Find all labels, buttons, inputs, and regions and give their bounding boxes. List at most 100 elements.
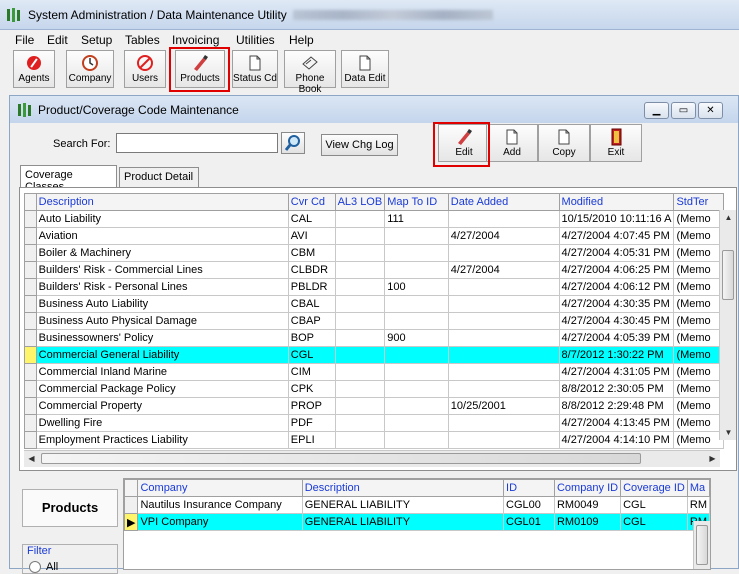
coverage-cell[interactable]: Business Auto Liability: [35, 295, 289, 313]
row-indicator[interactable]: ▶: [124, 513, 139, 531]
row-indicator[interactable]: [24, 346, 37, 364]
coverage-row[interactable]: Aviation AVI 4/27/2004 4/27/2004 4:07:45 PM…: [24, 227, 724, 245]
coverage-cell[interactable]: (Memo: [673, 227, 724, 245]
add-button[interactable]: Add: [486, 124, 538, 162]
coverage-cell[interactable]: [447, 244, 560, 262]
menu-tables[interactable]: Tables: [125, 33, 160, 47]
coverage-vscroll-thumb[interactable]: [722, 250, 734, 300]
scroll-down-icon[interactable]: ▼: [721, 425, 736, 440]
phone-book-button[interactable]: Phone Book: [284, 50, 336, 95]
coverage-cell[interactable]: [334, 414, 386, 432]
menu-utilities[interactable]: Utilities: [236, 33, 275, 47]
view-change-log-button[interactable]: View Chg Log: [321, 134, 398, 156]
coverage-hscroll[interactable]: ◀ ▶: [24, 450, 720, 467]
coverage-column-header[interactable]: Description: [35, 193, 289, 211]
coverage-cell[interactable]: [334, 244, 386, 262]
coverage-cell[interactable]: (Memo: [673, 210, 724, 228]
coverage-cell[interactable]: CIM: [287, 363, 336, 381]
coverage-cell[interactable]: Business Auto Physical Damage: [35, 312, 289, 330]
coverage-cell[interactable]: [384, 363, 449, 381]
coverage-cell[interactable]: [447, 431, 560, 449]
coverage-cell[interactable]: PBLDR: [287, 278, 336, 296]
coverage-row[interactable]: Commercial Property PROP 10/25/2001 8/8/201…: [24, 397, 724, 415]
coverage-cell[interactable]: [447, 380, 560, 398]
row-indicator[interactable]: [24, 414, 37, 432]
coverage-row[interactable]: Dwelling Fire PDF 4/27/2004 4:13:45 PM (Mem…: [24, 414, 724, 432]
coverage-cell[interactable]: [447, 329, 560, 347]
coverage-cell[interactable]: CBAP: [287, 312, 336, 330]
products-cell[interactable]: RM0049: [553, 496, 622, 514]
products-cell[interactable]: GENERAL LIABILITY: [301, 496, 505, 514]
coverage-cell[interactable]: CBM: [287, 244, 336, 262]
coverage-row[interactable]: Commercial Package Policy CPK 8/8/2012 2:3…: [24, 380, 724, 398]
menu-edit[interactable]: Edit: [47, 33, 68, 47]
products-column-header[interactable]: Company ID: [553, 479, 622, 497]
coverage-cell[interactable]: 10/15/2010 10:11:16 A: [558, 210, 675, 228]
exit-button[interactable]: Exit: [590, 124, 642, 162]
products-cell[interactable]: CGL00: [503, 496, 555, 514]
coverage-cell[interactable]: [334, 363, 386, 381]
row-indicator[interactable]: [24, 431, 37, 449]
coverage-cell[interactable]: [334, 295, 386, 313]
coverage-cell[interactable]: [334, 380, 386, 398]
products-cell[interactable]: VPI Company: [137, 513, 303, 531]
products-column-header[interactable]: Coverage ID: [620, 479, 688, 497]
row-indicator[interactable]: [24, 380, 37, 398]
row-indicator[interactable]: [24, 278, 37, 296]
coverage-cell[interactable]: (Memo: [673, 397, 724, 415]
coverage-cell[interactable]: [447, 295, 560, 313]
products-cell[interactable]: RM: [686, 496, 710, 514]
coverage-cell[interactable]: [447, 414, 560, 432]
coverage-cell[interactable]: [384, 312, 449, 330]
coverage-cell[interactable]: [384, 397, 449, 415]
coverage-cell[interactable]: [334, 227, 386, 245]
coverage-cell[interactable]: 4/27/2004 4:30:35 PM: [558, 295, 675, 313]
coverage-cell[interactable]: Auto Liability: [35, 210, 289, 228]
coverage-cell[interactable]: CLBDR: [287, 261, 336, 279]
coverage-cell[interactable]: Commercial Package Policy: [35, 380, 289, 398]
coverage-column-header[interactable]: Map To ID: [384, 193, 449, 211]
coverage-vscroll[interactable]: ▲ ▼: [719, 210, 736, 440]
coverage-row[interactable]: Commercial Inland Marine CIM 4/27/2004 4:3…: [24, 363, 724, 381]
coverage-cell[interactable]: Dwelling Fire: [35, 414, 289, 432]
coverage-row[interactable]: Businessowners' Policy BOP 900 4/27/2004 4:…: [24, 329, 724, 347]
coverage-cell[interactable]: (Memo: [673, 363, 724, 381]
menu-help[interactable]: Help: [289, 33, 314, 47]
coverage-cell[interactable]: PDF: [287, 414, 336, 432]
coverage-cell[interactable]: (Memo: [673, 278, 724, 296]
row-indicator[interactable]: [24, 244, 37, 262]
coverage-cell[interactable]: (Memo: [673, 346, 724, 364]
coverage-cell[interactable]: [447, 210, 560, 228]
copy-button[interactable]: Copy: [538, 124, 590, 162]
coverage-cell[interactable]: [334, 210, 386, 228]
coverage-cell[interactable]: BOP: [287, 329, 336, 347]
tab-coverage-classes[interactable]: Coverage Classes: [20, 165, 117, 193]
coverage-cell[interactable]: Aviation: [35, 227, 289, 245]
coverage-row[interactable]: Employment Practices Liability EPLI 4/27/2…: [24, 431, 724, 449]
coverage-cell[interactable]: 8/8/2012 2:30:05 PM: [558, 380, 675, 398]
coverage-cell[interactable]: [447, 346, 560, 364]
coverage-cell[interactable]: CGL: [287, 346, 336, 364]
products-vscroll[interactable]: [693, 521, 710, 569]
coverage-cell[interactable]: AVI: [287, 227, 336, 245]
row-indicator[interactable]: [24, 312, 37, 330]
coverage-cell[interactable]: 4/27/2004 4:06:12 PM: [558, 278, 675, 296]
products-pane-button[interactable]: Products: [22, 489, 118, 527]
coverage-cell[interactable]: [334, 278, 386, 296]
coverage-cell[interactable]: (Memo: [673, 244, 724, 262]
agents-button[interactable]: Agents: [13, 50, 55, 88]
coverage-cell[interactable]: 111: [384, 210, 449, 228]
coverage-cell[interactable]: Commercial General Liability: [35, 346, 289, 364]
coverage-cell[interactable]: [447, 363, 560, 381]
row-indicator[interactable]: [24, 397, 37, 415]
products-column-header[interactable]: ID: [503, 479, 555, 497]
scroll-left-icon[interactable]: ◀: [24, 451, 39, 466]
coverage-cell[interactable]: Businessowners' Policy: [35, 329, 289, 347]
coverage-row[interactable]: Boiler & Machinery CBM 4/27/2004 4:05:31 P…: [24, 244, 724, 262]
products-row[interactable]: ▶ VPI Company GENERAL LIABILITY CGL01 RM0109…: [124, 513, 710, 531]
coverage-cell[interactable]: 4/27/2004 4:05:31 PM: [558, 244, 675, 262]
coverage-cell[interactable]: [384, 346, 449, 364]
products-cell[interactable]: GENERAL LIABILITY: [301, 513, 505, 531]
coverage-cell[interactable]: Employment Practices Liability: [35, 431, 289, 449]
coverage-cell[interactable]: 4/27/2004 4:05:39 PM: [558, 329, 675, 347]
